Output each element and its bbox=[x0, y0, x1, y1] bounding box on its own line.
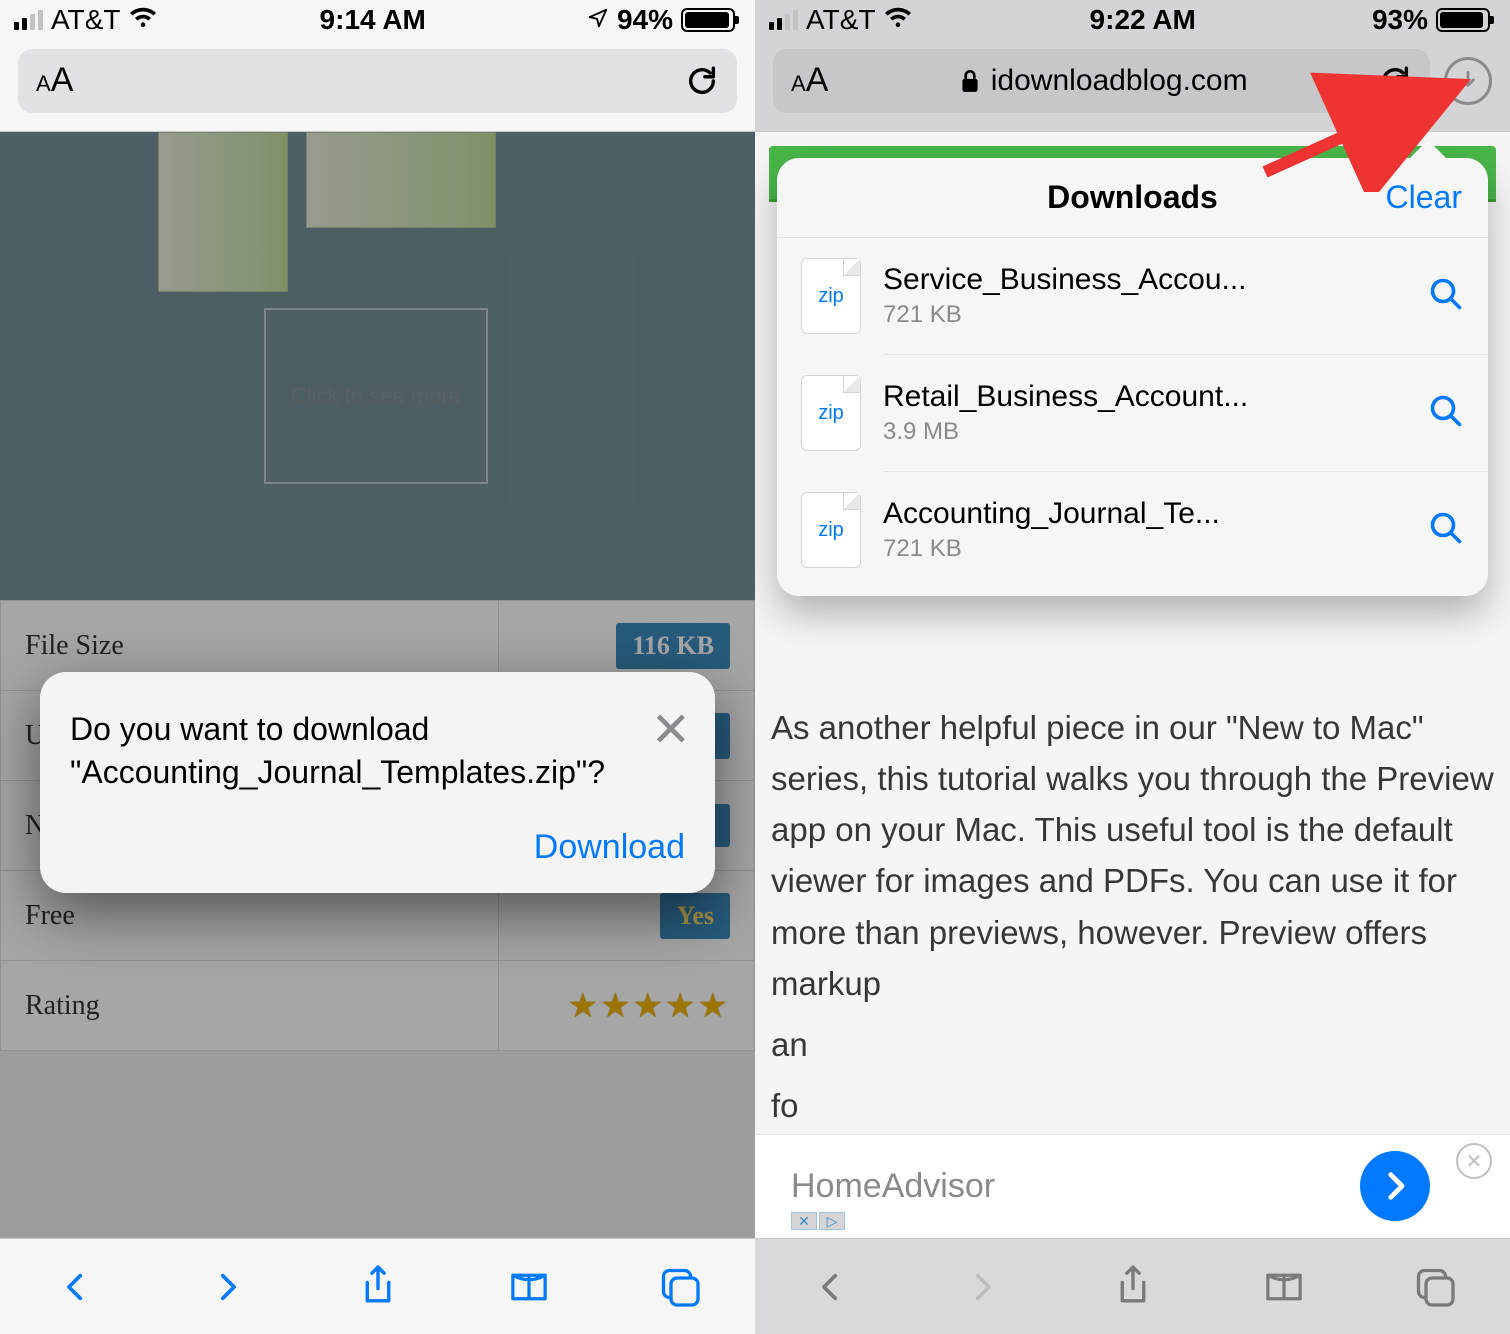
download-filename: Retail_Business_Account... bbox=[883, 380, 1406, 414]
zip-file-icon: zip bbox=[801, 375, 861, 451]
signal-icon bbox=[769, 10, 798, 30]
back-button[interactable] bbox=[48, 1259, 104, 1315]
adchoices-icon[interactable]: ✕▷ bbox=[791, 1212, 845, 1230]
thumbnail-image bbox=[158, 132, 288, 292]
clock-label: 9:14 AM bbox=[320, 4, 426, 36]
download-item[interactable]: zip Accounting_Journal_Te... 721 KB bbox=[777, 472, 1488, 588]
article-body: As another helpful piece in our "New to … bbox=[771, 702, 1494, 1131]
download-button[interactable]: Download bbox=[70, 828, 685, 867]
battery-icon bbox=[681, 8, 735, 32]
tabs-icon[interactable] bbox=[652, 1259, 708, 1315]
download-item[interactable]: zip Service_Business_Accou... 721 KB bbox=[777, 238, 1488, 354]
location-arrow-icon bbox=[587, 4, 609, 36]
share-icon[interactable] bbox=[1105, 1259, 1161, 1315]
wifi-icon bbox=[883, 4, 913, 36]
dialog-message: Do you want to download "Accounting_Jour… bbox=[70, 708, 685, 794]
download-filename: Accounting_Journal_Te... bbox=[883, 497, 1406, 531]
popover-title: Downloads bbox=[1047, 179, 1218, 216]
zip-file-icon: zip bbox=[801, 258, 861, 334]
ad-banner[interactable]: HomeAdvisor ✕▷ ✕ bbox=[755, 1134, 1510, 1238]
bottom-toolbar bbox=[0, 1238, 755, 1334]
reveal-icon[interactable] bbox=[1428, 510, 1464, 551]
url-domain: idownloadblog.com bbox=[991, 64, 1248, 98]
wifi-icon bbox=[128, 4, 158, 36]
download-size: 721 KB bbox=[883, 535, 1406, 563]
share-icon[interactable] bbox=[350, 1259, 406, 1315]
battery-icon bbox=[1436, 8, 1490, 32]
battery-pct-label: 93% bbox=[1372, 4, 1428, 36]
row-value-stars: ★★★★★ bbox=[568, 988, 730, 1025]
page-hero: Click to see more bbox=[0, 132, 755, 600]
reload-icon[interactable] bbox=[685, 64, 719, 98]
tabs-icon[interactable] bbox=[1407, 1259, 1463, 1315]
row-value: 116 KB bbox=[616, 623, 730, 669]
bookmarks-icon[interactable] bbox=[501, 1259, 557, 1315]
close-icon[interactable]: ✕ bbox=[651, 702, 691, 758]
download-dialog: Do you want to download "Accounting_Jour… bbox=[40, 672, 715, 893]
ad-label: HomeAdvisor bbox=[791, 1167, 995, 1206]
url-bar: AA bbox=[0, 40, 755, 132]
page-content: As another helpful piece in our "New to … bbox=[755, 132, 1510, 1238]
reveal-icon[interactable] bbox=[1428, 276, 1464, 317]
status-bar: AT&T 9:14 AM 94% bbox=[0, 0, 755, 40]
download-item[interactable]: zip Retail_Business_Account... 3.9 MB bbox=[777, 355, 1488, 471]
phone-right: AT&T 9:22 AM 93% AA idownloadblog.com bbox=[755, 0, 1510, 1334]
download-filename: Service_Business_Accou... bbox=[883, 263, 1406, 297]
row-label: Rating bbox=[1, 961, 499, 1051]
phone-left: AT&T 9:14 AM 94% AA bbox=[0, 0, 755, 1334]
downloads-popover: Downloads Clear zip Service_Business_Acc… bbox=[777, 158, 1488, 596]
address-field[interactable]: AA idownloadblog.com bbox=[773, 49, 1430, 113]
reader-aa-button[interactable]: AA bbox=[36, 61, 73, 100]
carrier-label: AT&T bbox=[806, 4, 875, 36]
forward-button[interactable] bbox=[199, 1259, 255, 1315]
reveal-icon[interactable] bbox=[1428, 393, 1464, 434]
address-field[interactable]: AA bbox=[18, 49, 737, 113]
clear-button[interactable]: Clear bbox=[1386, 179, 1462, 216]
back-button[interactable] bbox=[803, 1259, 859, 1315]
ad-go-button[interactable] bbox=[1360, 1151, 1430, 1221]
url-bar: AA idownloadblog.com bbox=[755, 40, 1510, 132]
click-more-button[interactable]: Click to see more bbox=[264, 308, 488, 484]
battery-pct-label: 94% bbox=[617, 4, 673, 36]
clock-label: 9:22 AM bbox=[1090, 4, 1196, 36]
download-size: 3.9 MB bbox=[883, 418, 1406, 446]
bottom-toolbar bbox=[755, 1238, 1510, 1334]
forward-button bbox=[954, 1259, 1010, 1315]
downloads-button[interactable] bbox=[1444, 57, 1492, 105]
zip-file-icon: zip bbox=[801, 492, 861, 568]
ad-close-icon[interactable]: ✕ bbox=[1456, 1143, 1492, 1179]
page-content: Click to see more File Size 116 KB Updat… bbox=[0, 132, 755, 1238]
carrier-label: AT&T bbox=[51, 4, 120, 36]
download-size: 721 KB bbox=[883, 301, 1406, 329]
reload-icon[interactable] bbox=[1378, 64, 1412, 98]
table-row: Rating ★★★★★ bbox=[1, 961, 755, 1051]
lock-icon bbox=[959, 68, 981, 94]
row-value: Yes bbox=[660, 893, 730, 939]
reader-aa-button[interactable]: AA bbox=[791, 61, 828, 100]
thumbnail-image bbox=[306, 132, 496, 228]
bookmarks-icon[interactable] bbox=[1256, 1259, 1312, 1315]
status-bar: AT&T 9:22 AM 93% bbox=[755, 0, 1510, 40]
signal-icon bbox=[14, 10, 43, 30]
